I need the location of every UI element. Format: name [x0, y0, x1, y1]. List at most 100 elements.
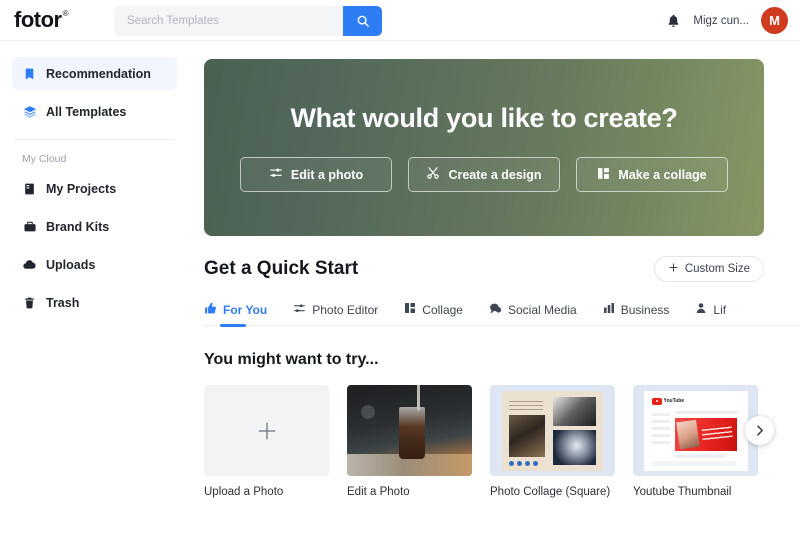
collage-script-text [509, 397, 543, 410]
youtube-wordmark: YouTube [663, 398, 685, 404]
sidebar-item-label: Trash [46, 295, 80, 310]
sidebar-item-trash[interactable]: Trash [12, 286, 177, 319]
collage-photo-bottom-right [553, 429, 596, 465]
tab-social-media[interactable]: Social Media [489, 294, 577, 326]
collage-canvas [502, 390, 603, 471]
tab-label: For You [223, 302, 268, 317]
card-label: Photo Collage (Square) [490, 486, 611, 498]
sidebar-item-brand-kits[interactable]: Brand Kits [12, 210, 177, 243]
app-header: fotor® Migz cun... M [0, 0, 800, 41]
search-bar[interactable] [114, 6, 382, 36]
hero-button-label: Edit a photo [290, 167, 364, 182]
youtube-play-icon [651, 397, 662, 405]
page-title: Get a Quick Start [204, 258, 359, 279]
username-label[interactable]: Migz cun... [693, 15, 749, 27]
custom-size-label: Custom Size [684, 263, 750, 275]
sidebar-item-label: My Projects [46, 181, 117, 196]
youtube-template-thumb[interactable]: YouTube [633, 385, 758, 476]
card-upload-a-photo[interactable]: Upload a Photo [204, 385, 329, 500]
sidebar: Recommendation All Templates My Cloud My… [0, 41, 189, 560]
youtube-sidebar-lines [651, 412, 670, 445]
youtube-meta-line [674, 454, 725, 458]
briefcase-icon [22, 220, 37, 234]
card-label: Youtube Thumbnail [633, 486, 732, 498]
bar-chart-icon [603, 302, 615, 317]
document-icon [22, 182, 37, 196]
sidebar-item-uploads[interactable]: Uploads [12, 248, 177, 281]
chevron-right-icon [757, 425, 763, 436]
tab-label: Collage [422, 302, 463, 317]
card-photo-collage-square[interactable]: Photo Collage (Square) [490, 385, 615, 500]
sidebar-item-label: Uploads [46, 257, 96, 272]
tab-life[interactable]: Lif [695, 294, 726, 326]
sidebar-section-label: My Cloud [22, 153, 67, 165]
photo-bokeh [361, 405, 375, 419]
card-edit-a-photo[interactable]: Edit a Photo [347, 385, 472, 500]
tab-business[interactable]: Business [603, 294, 670, 326]
tab-label: Photo Editor [312, 302, 379, 317]
hero-banner: What would you like to create? Edit a ph… [204, 59, 764, 236]
collage-template-thumb[interactable] [490, 385, 615, 476]
trash-icon [22, 296, 37, 310]
collage-photo-left [509, 414, 545, 457]
collage-photo-top-right [553, 396, 596, 426]
bookmark-icon [22, 67, 37, 81]
youtube-logo: YouTube [651, 397, 685, 405]
sidebar-item-label: Brand Kits [46, 219, 110, 234]
tab-for-you[interactable]: For You [204, 294, 268, 327]
scissors-icon [426, 166, 440, 183]
collage-grid-icon [404, 302, 416, 317]
main-content: What would you like to create? Edit a ph… [189, 41, 800, 560]
plus-icon [258, 422, 275, 439]
layers-icon [22, 105, 37, 119]
template-card-list: Upload a Photo Edit a Photo Photo Collag… [204, 385, 758, 500]
tab-label: Business [620, 302, 670, 317]
carousel-next-button[interactable] [745, 416, 774, 445]
collage-grid-icon [597, 167, 610, 183]
tab-photo-editor[interactable]: Photo Editor [293, 294, 378, 326]
hero-title: What would you like to create? [290, 103, 678, 133]
card-label: Upload a Photo [204, 486, 284, 498]
plus-icon [668, 262, 679, 276]
youtube-title-bar [674, 410, 737, 414]
banner-script-text [700, 422, 733, 441]
make-a-collage-button[interactable]: Make a collage [576, 157, 728, 192]
youtube-banner-art [674, 417, 737, 451]
sidebar-item-all-templates[interactable]: All Templates [12, 95, 177, 128]
quick-start-header: Get a Quick Start Custom Size [204, 253, 764, 285]
sidebar-item-my-projects[interactable]: My Projects [12, 172, 177, 205]
custom-size-button[interactable]: Custom Size [653, 256, 764, 282]
youtube-page-mock: YouTube [643, 390, 748, 471]
avatar[interactable]: M [761, 7, 788, 34]
try-section-title: You might want to try... [204, 351, 379, 368]
edit-a-photo-button[interactable]: Edit a photo [240, 157, 392, 192]
cloud-upload-icon [22, 258, 37, 272]
sidebar-item-recommendation[interactable]: Recommendation [12, 57, 177, 90]
hero-button-label: Make a collage [618, 167, 707, 182]
notifications-button[interactable] [666, 13, 681, 29]
hero-button-group: Edit a photo Create a design Make a coll… [240, 157, 728, 192]
card-youtube-thumbnail[interactable]: YouTube Youtube Thumbnail [633, 385, 758, 500]
coffee-photo-thumb[interactable] [347, 385, 472, 476]
upload-placeholder-thumb[interactable] [204, 385, 329, 476]
create-a-design-button[interactable]: Create a design [408, 157, 560, 192]
sliders-icon [293, 302, 306, 318]
tab-collage[interactable]: Collage [404, 294, 463, 326]
sidebar-item-label: Recommendation [46, 66, 151, 81]
thumbs-up-icon [204, 302, 217, 318]
tab-label: Social Media [507, 302, 577, 317]
collage-dot-row [509, 460, 538, 466]
sidebar-divider [14, 139, 175, 140]
category-tabs: For You Photo Editor Collage Social Medi… [204, 294, 800, 327]
search-button[interactable] [343, 6, 382, 36]
fotor-logo[interactable]: fotor® [14, 7, 69, 33]
logo-text: fotor [14, 7, 62, 32]
logo-registered-mark: ® [62, 8, 69, 18]
card-label: Edit a Photo [347, 486, 410, 498]
youtube-footer-block [651, 460, 737, 466]
header-right-group: Migz cun... M [666, 0, 788, 41]
sliders-icon [269, 166, 283, 183]
banner-portrait [675, 419, 700, 449]
search-icon [357, 15, 369, 27]
search-input[interactable] [114, 6, 343, 36]
